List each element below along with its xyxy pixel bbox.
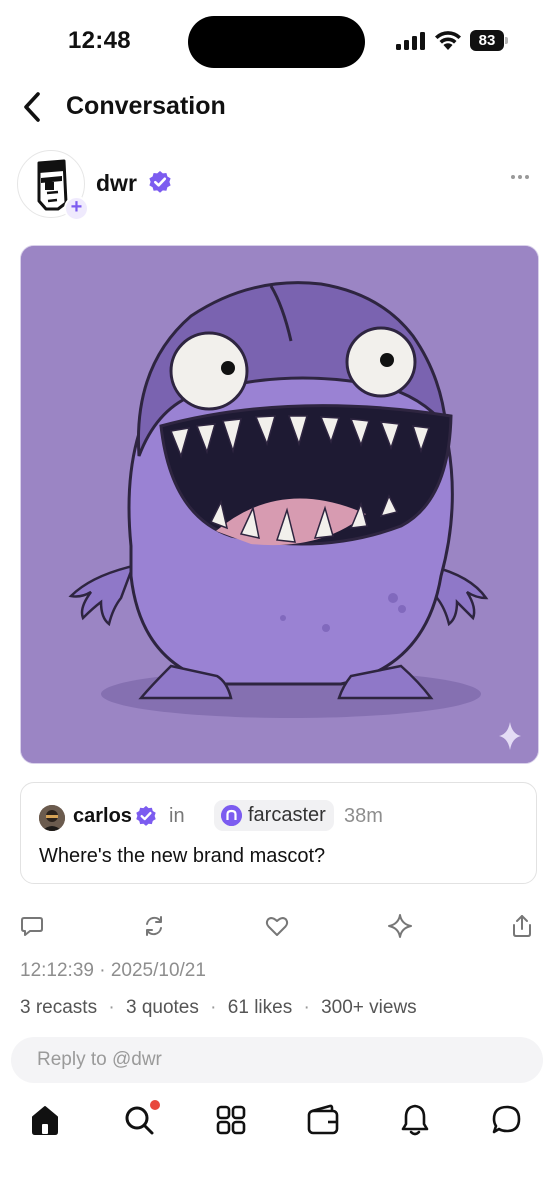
more-options-icon[interactable] <box>505 168 535 186</box>
channel-name: farcaster <box>248 804 326 826</box>
bottom-tab-bar <box>0 1098 554 1148</box>
wifi-icon <box>435 31 461 50</box>
dynamic-island <box>188 16 365 68</box>
battery-level: 83 <box>470 30 504 51</box>
battery-indicator: 83 <box>470 30 508 51</box>
share-icon[interactable] <box>508 912 536 940</box>
quoted-in-label: in <box>169 805 185 827</box>
quoted-author-avatar-image <box>39 805 65 831</box>
reply-box[interactable] <box>11 1037 543 1083</box>
follow-plus-button[interactable]: + <box>64 196 89 221</box>
home-icon[interactable] <box>28 1102 62 1138</box>
likes-count[interactable]: 61 likes <box>228 997 292 1018</box>
quoted-cast-text: Where's the new brand mascot? <box>39 845 326 867</box>
quotes-count[interactable]: 3 quotes <box>126 997 199 1018</box>
views-count[interactable]: 300+ views <box>321 997 417 1018</box>
mascot-illustration <box>21 246 538 763</box>
status-bar: 12:48 83 <box>0 0 554 84</box>
post-actions <box>0 912 554 946</box>
post-author-row: + dwr <box>0 148 554 222</box>
stats-separator: · <box>303 997 310 1018</box>
stats-separator: · <box>210 997 217 1018</box>
quoted-age: 38m <box>344 805 383 827</box>
cellular-signal-icon <box>396 32 425 50</box>
post-image-mascot[interactable] <box>20 245 539 764</box>
quoted-author-avatar[interactable] <box>39 805 65 831</box>
comment-icon[interactable] <box>18 912 46 940</box>
wallet-icon[interactable] <box>306 1102 340 1138</box>
stats-separator: · <box>108 997 115 1018</box>
recasts-count[interactable]: 3 recasts <box>20 997 97 1018</box>
quoted-cast-card[interactable]: carlos in farcaster 38m Where's the new … <box>20 782 537 884</box>
header: Conversation <box>0 84 554 134</box>
page-title: Conversation <box>66 92 226 120</box>
farcaster-channel-icon <box>221 805 242 826</box>
quoted-author-name[interactable]: carlos <box>73 805 132 828</box>
sparkle-icon[interactable] <box>386 912 414 940</box>
author-name[interactable]: dwr <box>96 170 137 197</box>
heart-icon[interactable] <box>263 912 291 940</box>
apps-icon[interactable] <box>214 1102 248 1138</box>
back-chevron-icon[interactable] <box>18 90 48 124</box>
status-time: 12:48 <box>68 27 131 54</box>
quoted-verified-badge-icon <box>136 805 156 826</box>
chat-icon[interactable] <box>490 1102 524 1138</box>
battery-nub <box>505 37 508 44</box>
reply-input[interactable] <box>37 1037 517 1083</box>
recast-icon[interactable] <box>140 912 168 940</box>
search-notification-dot <box>150 1100 160 1110</box>
post-stats: 3 recasts · 3 quotes · 61 likes · 300+ v… <box>20 997 417 1019</box>
bell-icon[interactable] <box>398 1102 432 1138</box>
verified-badge-icon <box>149 171 171 193</box>
post-timestamp: 12:12:39 · 2025/10/21 <box>20 960 206 981</box>
channel-pill[interactable]: farcaster <box>214 800 334 831</box>
